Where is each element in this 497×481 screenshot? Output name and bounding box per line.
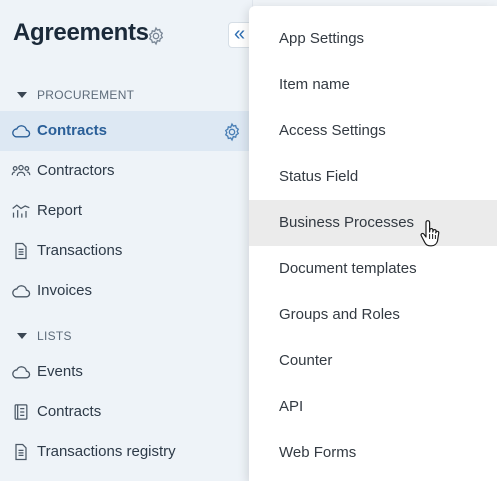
- menu-item-groups-and-roles[interactable]: Groups and Roles: [249, 292, 497, 338]
- menu-item-label: Counter: [279, 352, 333, 369]
- report-chart-icon: [12, 204, 30, 218]
- sidebar-item-label: Invoices: [37, 282, 93, 299]
- document-icon: [15, 443, 27, 461]
- sidebar-item-label: Contracts: [37, 122, 108, 139]
- menu-item-label: Item name: [279, 76, 350, 93]
- section-procurement[interactable]: PROCUREMENT: [17, 87, 134, 103]
- menu-item-label: API: [279, 398, 304, 415]
- menu-item-api[interactable]: API: [249, 384, 497, 430]
- section-label: PROCUREMENT: [37, 88, 135, 102]
- menu-item-label: Document templates: [279, 260, 417, 277]
- sidebar-item-label: Transactions: [37, 242, 123, 259]
- gear-icon[interactable]: [222, 122, 242, 142]
- settings-dropdown-menu: App Settings Item name Access Settings S…: [249, 6, 497, 481]
- menu-item-business-processes[interactable]: Business Processes: [249, 200, 497, 246]
- sidebar-item-transactions-registry[interactable]: Transactions registry: [0, 432, 253, 472]
- menu-item-label: Access Settings: [279, 122, 386, 139]
- sidebar-item-report[interactable]: Report: [0, 191, 253, 231]
- section-label: LISTS: [37, 329, 72, 343]
- cloud-icon: [12, 125, 31, 138]
- menu-item-label: Business Processes: [279, 214, 415, 231]
- document-icon: [15, 242, 27, 260]
- menu-item-app-settings[interactable]: App Settings: [249, 16, 497, 62]
- list-icon: [14, 404, 28, 420]
- users-icon: [11, 164, 31, 177]
- hand-pointer-cursor-icon: [420, 220, 440, 247]
- sidebar-item-label: Transactions registry: [37, 443, 176, 460]
- menu-item-access-settings[interactable]: Access Settings: [249, 108, 497, 154]
- sidebar-item-label: Events: [37, 363, 83, 380]
- sidebar-item-label: Report: [37, 202, 83, 219]
- menu-item-label: App Settings: [279, 30, 365, 47]
- caret-down-icon: [17, 92, 27, 98]
- app-title: Agreements: [13, 19, 149, 46]
- menu-item-counter[interactable]: Counter: [249, 338, 497, 384]
- sidebar-item-events[interactable]: Events: [0, 352, 253, 392]
- menu-item-label: Groups and Roles: [279, 306, 400, 323]
- menu-item-label: Status Field: [279, 168, 359, 185]
- caret-down-icon: [17, 333, 27, 339]
- menu-item-label: Web Forms: [279, 444, 357, 461]
- sidebar-item-contracts[interactable]: Contracts: [0, 111, 253, 151]
- menu-item-item-name[interactable]: Item name: [249, 62, 497, 108]
- section-lists[interactable]: LISTS: [17, 328, 72, 344]
- menu-item-web-forms[interactable]: Web Forms: [249, 430, 497, 476]
- gear-icon[interactable]: [146, 26, 166, 46]
- sidebar-item-list-contracts[interactable]: Contracts: [0, 392, 253, 432]
- sidebar-item-contractors[interactable]: Contractors: [0, 151, 253, 191]
- cloud-icon: [12, 285, 31, 298]
- sidebar-item-label: Contracts: [37, 403, 102, 420]
- sidebar: Agreements « PROCUREMENT Contracts Contr…: [0, 0, 256, 481]
- sidebar-item-transactions[interactable]: Transactions: [0, 231, 253, 271]
- cloud-icon: [12, 366, 31, 379]
- menu-item-status-field[interactable]: Status Field: [249, 154, 497, 200]
- sidebar-item-label: Contractors: [37, 162, 115, 179]
- sidebar-item-invoices[interactable]: Invoices: [0, 271, 253, 311]
- menu-item-document-templates[interactable]: Document templates: [249, 246, 497, 292]
